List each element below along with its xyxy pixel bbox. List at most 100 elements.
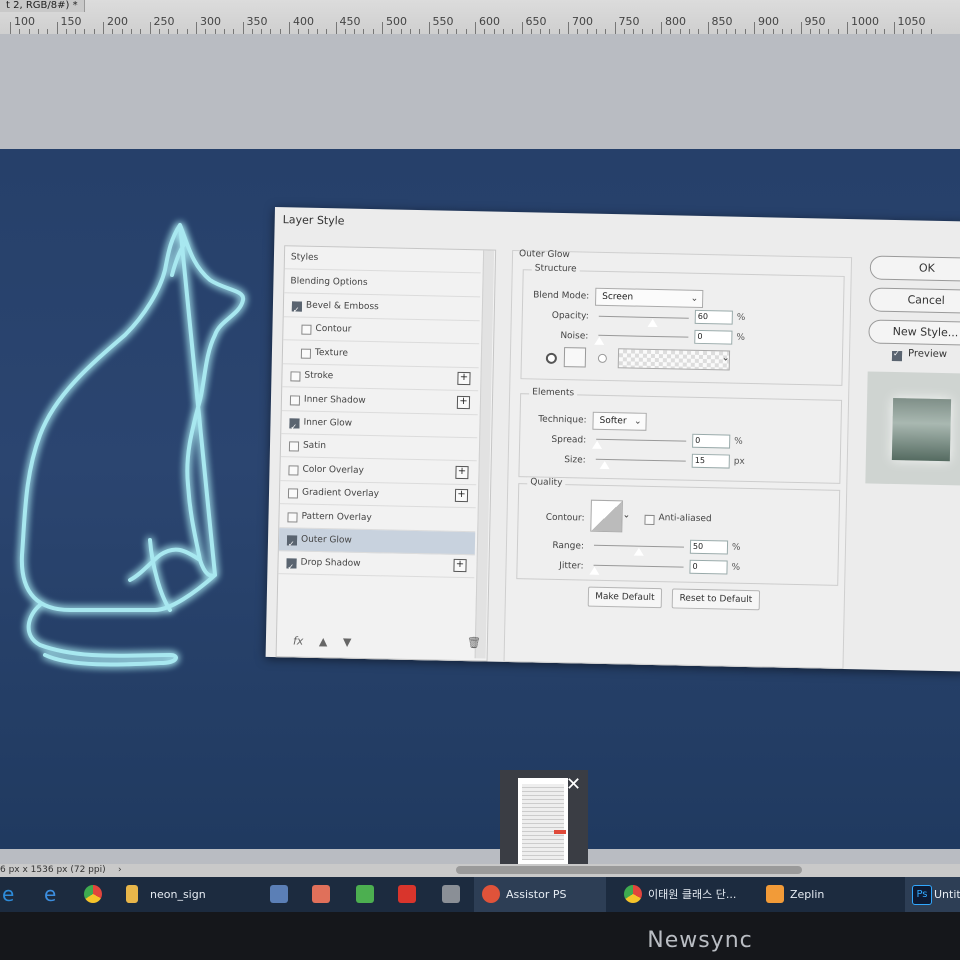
style-row-label: Inner Shadow bbox=[303, 394, 366, 406]
noise-slider-thumb[interactable] bbox=[594, 336, 605, 345]
gradient-picker[interactable] bbox=[617, 348, 731, 371]
chrome-icon[interactable] bbox=[84, 885, 102, 903]
taskbar-photoshop[interactable]: Untitl bbox=[934, 877, 960, 912]
horizontal-scrollbar[interactable] bbox=[456, 866, 802, 874]
style-checkbox-inner-shadow[interactable] bbox=[289, 394, 301, 406]
reset-to-default-button[interactable]: Reset to Default bbox=[671, 588, 761, 611]
style-checkbox-contour[interactable] bbox=[301, 324, 312, 336]
noise-slider-track[interactable] bbox=[598, 334, 689, 338]
spread-slider-thumb[interactable] bbox=[592, 440, 603, 449]
noise-unit: % bbox=[736, 332, 746, 343]
add-instance-icon[interactable]: + bbox=[453, 559, 467, 573]
folder-icon[interactable] bbox=[126, 885, 138, 903]
edge-icon[interactable]: e bbox=[2, 877, 14, 912]
add-instance-icon[interactable]: + bbox=[454, 489, 469, 503]
close-icon[interactable]: ✕ bbox=[566, 774, 581, 795]
taskbar-neon-sign[interactable]: neon_sign bbox=[150, 877, 206, 912]
opacity-slider-thumb[interactable] bbox=[647, 318, 658, 328]
preview-checkbox[interactable] bbox=[891, 350, 903, 362]
opacity-slider-track[interactable] bbox=[598, 315, 689, 319]
add-instance-icon[interactable]: + bbox=[456, 395, 471, 409]
jitter-slider-track[interactable] bbox=[593, 564, 684, 568]
trash-icon[interactable]: 🗑 bbox=[467, 636, 481, 649]
gradient-radio[interactable] bbox=[597, 353, 607, 363]
taskbar: e e neon_sign Assistor PS 이태원 클래스 단... Z… bbox=[0, 877, 960, 912]
style-checkbox-drop-shadow[interactable] bbox=[286, 558, 297, 569]
style-checkbox-inner-glow[interactable] bbox=[289, 418, 300, 429]
style-row-drop-shadow[interactable]: Drop Shadow + bbox=[278, 551, 475, 579]
window-thumbnail[interactable] bbox=[518, 778, 568, 868]
range-slider-thumb[interactable] bbox=[633, 547, 644, 556]
size-slider-thumb[interactable] bbox=[599, 460, 610, 470]
move-up-icon[interactable]: ▲ bbox=[319, 635, 328, 648]
range-input[interactable]: 50 bbox=[689, 539, 729, 555]
noise-input[interactable]: 0 bbox=[694, 329, 733, 345]
ruler-tick bbox=[847, 22, 848, 34]
style-checkbox-outer-glow[interactable] bbox=[286, 535, 298, 546]
blend-mode-select[interactable]: Screen ⌄ bbox=[595, 287, 704, 308]
app-icon-2[interactable] bbox=[312, 885, 330, 903]
style-row-label: Drop Shadow bbox=[300, 558, 361, 570]
cancel-button[interactable]: Cancel bbox=[868, 287, 960, 314]
style-checkbox-gradient-overlay[interactable] bbox=[287, 488, 299, 499]
color-radio[interactable] bbox=[545, 352, 558, 364]
ruler-tick-label: 850 bbox=[711, 15, 733, 28]
ruler-tick bbox=[893, 22, 895, 34]
ruler-tick bbox=[428, 22, 430, 34]
ruler-tick bbox=[800, 22, 802, 34]
style-checkbox-texture[interactable] bbox=[300, 348, 312, 359]
contour-chevron-down-icon[interactable]: ⌄ bbox=[623, 510, 631, 520]
style-checkbox-satin[interactable] bbox=[288, 441, 300, 452]
thumbnail-accent bbox=[554, 830, 566, 834]
photoshop-icon[interactable]: Ps bbox=[912, 885, 932, 905]
fx-icon[interactable]: fx bbox=[293, 634, 304, 647]
style-row-styles[interactable]: Styles bbox=[284, 246, 482, 274]
assistor-icon[interactable] bbox=[482, 885, 500, 903]
make-default-button[interactable]: Make Default bbox=[587, 586, 663, 609]
size-unit: px bbox=[733, 456, 745, 467]
add-instance-icon[interactable]: + bbox=[455, 465, 469, 479]
taskbar-chrome-window[interactable]: 이태원 클래스 단... bbox=[648, 877, 736, 912]
ruler-tick-label: 100 bbox=[14, 15, 35, 28]
new-style-button[interactable]: New Style... bbox=[868, 319, 960, 346]
app-icon-5[interactable] bbox=[442, 885, 460, 903]
chrome-window-icon[interactable] bbox=[624, 885, 642, 903]
contour-picker[interactable] bbox=[590, 499, 623, 533]
style-checkbox-color-overlay[interactable] bbox=[288, 465, 299, 476]
ruler-tick bbox=[56, 22, 58, 34]
style-row-label: Inner Glow bbox=[303, 417, 353, 429]
style-checkbox-bevel-emboss[interactable] bbox=[291, 301, 303, 312]
zeplin-icon[interactable] bbox=[766, 885, 784, 903]
move-down-icon[interactable]: ▼ bbox=[343, 636, 352, 649]
size-input[interactable]: 15 bbox=[691, 453, 730, 469]
anti-aliased-checkbox[interactable] bbox=[644, 514, 655, 526]
spread-label: Spread: bbox=[551, 434, 587, 446]
spread-slider-track[interactable] bbox=[596, 438, 687, 442]
spread-unit: % bbox=[734, 436, 743, 447]
app-icon-1[interactable] bbox=[270, 885, 288, 903]
app-icon-3[interactable] bbox=[356, 885, 374, 903]
spread-input[interactable]: 0 bbox=[692, 433, 731, 449]
ok-button[interactable]: OK bbox=[869, 255, 960, 282]
gradient-chevron-down-icon[interactable]: ⌄ bbox=[722, 353, 730, 363]
style-checkbox-stroke[interactable] bbox=[290, 371, 301, 382]
status-arrow-icon[interactable]: › bbox=[118, 864, 122, 877]
taskbar-zeplin[interactable]: Zeplin bbox=[790, 877, 824, 912]
document-tab[interactable]: t 2, RGB/8#) * bbox=[0, 0, 85, 12]
opacity-input[interactable]: 60 bbox=[694, 309, 733, 325]
glow-color-swatch[interactable] bbox=[563, 347, 587, 368]
jitter-slider-thumb[interactable] bbox=[589, 566, 600, 575]
style-row-label: Color Overlay bbox=[302, 464, 364, 476]
style-row-blending-options[interactable]: Blending Options bbox=[284, 270, 481, 298]
window-thumbnail-popup[interactable]: ✕ bbox=[500, 770, 588, 876]
taskbar-assistor[interactable]: Assistor PS bbox=[506, 877, 566, 912]
style-checkbox-pattern-overlay[interactable] bbox=[287, 511, 298, 523]
app-icon-4[interactable] bbox=[398, 885, 416, 903]
ie-icon[interactable]: e bbox=[44, 877, 56, 912]
ruler-tick-label: 200 bbox=[107, 15, 128, 28]
ruler-tick bbox=[196, 22, 197, 34]
technique-select[interactable]: Softer ⌄ bbox=[592, 411, 647, 431]
ruler-tick bbox=[475, 22, 476, 34]
add-instance-icon[interactable]: + bbox=[457, 372, 471, 386]
jitter-input[interactable]: 0 bbox=[689, 559, 728, 575]
